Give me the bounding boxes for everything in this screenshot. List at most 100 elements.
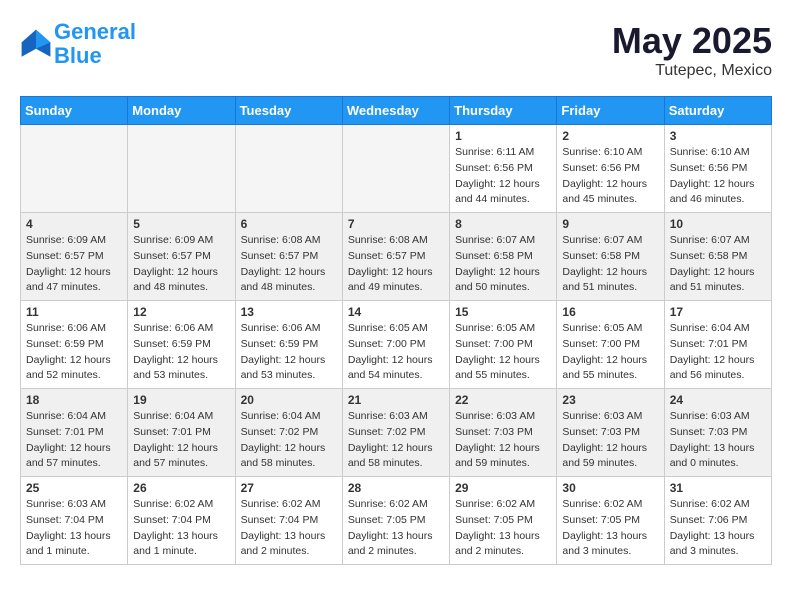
- calendar-cell: [21, 125, 128, 213]
- calendar-cell: 12Sunrise: 6:06 AM Sunset: 6:59 PM Dayli…: [128, 301, 235, 389]
- calendar-cell: 6Sunrise: 6:08 AM Sunset: 6:57 PM Daylig…: [235, 213, 342, 301]
- calendar-cell: 5 Sunrise: 6:09 AM Sunset: 6:57 PM Daylig…: [128, 213, 235, 301]
- calendar-cell: 29 Sunrise: 6:02 AM Sunset: 7:05 PM Dayli…: [450, 477, 557, 565]
- weekday-header-monday: Monday: [128, 97, 235, 125]
- calendar-cell: 3 Sunrise: 6:10 AM Sunset: 6:56 PM Daylig…: [664, 125, 771, 213]
- weekday-header-sunday: Sunday: [21, 97, 128, 125]
- day-info: Sunrise: 6:04 AM Sunset: 7:02 PM Dayligh…: [241, 409, 337, 472]
- calendar-cell: 28 Sunrise: 6:02 AM Sunset: 7:05 PM Dayli…: [342, 477, 449, 565]
- calendar-cell: 7Sunrise: 6:08 AM Sunset: 6:57 PM Daylig…: [342, 213, 449, 301]
- day-info: Sunrise: 6:09 AM Sunset: 6:57 PM Dayligh…: [26, 233, 122, 296]
- logo: General Blue: [20, 20, 136, 68]
- calendar-cell: 17Sunrise: 6:04 AM Sunset: 7:01 PM Dayli…: [664, 301, 771, 389]
- weekday-header-tuesday: Tuesday: [235, 97, 342, 125]
- day-info: Sunrise: 6:03 AM Sunset: 7:02 PM Dayligh…: [348, 409, 444, 472]
- day-number: 30: [562, 481, 658, 495]
- day-info: Sunrise: 6:11 AM Sunset: 6:56 PM Dayligh…: [455, 145, 551, 208]
- day-number: 6: [241, 217, 337, 231]
- calendar-cell: 31 Sunrise: 6:02 AM Sunset: 7:06 PM Dayli…: [664, 477, 771, 565]
- day-number: 14: [348, 305, 444, 319]
- weekday-header-friday: Friday: [557, 97, 664, 125]
- day-info: Sunrise: 6:06 AM Sunset: 6:59 PM Dayligh…: [133, 321, 229, 384]
- calendar-table: SundayMondayTuesdayWednesdayThursdayFrid…: [20, 96, 772, 565]
- day-number: 3: [670, 129, 766, 143]
- day-info: Sunrise: 6:02 AM Sunset: 7:06 PM Dayligh…: [670, 497, 766, 560]
- day-info: Sunrise: 6:04 AM Sunset: 7:01 PM Dayligh…: [670, 321, 766, 384]
- day-info: Sunrise: 6:05 AM Sunset: 7:00 PM Dayligh…: [455, 321, 551, 384]
- calendar-cell: 26 Sunrise: 6:02 AM Sunset: 7:04 PM Dayli…: [128, 477, 235, 565]
- day-info: Sunrise: 6:02 AM Sunset: 7:04 PM Dayligh…: [241, 497, 337, 560]
- calendar-cell: 1Sunrise: 6:11 AM Sunset: 6:56 PM Daylig…: [450, 125, 557, 213]
- day-info: Sunrise: 6:03 AM Sunset: 7:03 PM Dayligh…: [455, 409, 551, 472]
- calendar-cell: 27Sunrise: 6:02 AM Sunset: 7:04 PM Dayli…: [235, 477, 342, 565]
- day-number: 22: [455, 393, 551, 407]
- calendar-cell: 24Sunrise: 6:03 AM Sunset: 7:03 PM Dayli…: [664, 389, 771, 477]
- day-number: 21: [348, 393, 444, 407]
- month-title: May 2025: [612, 20, 772, 62]
- title-block: May 2025 Tutepec, Mexico: [612, 20, 772, 80]
- calendar-cell: 21 Sunrise: 6:03 AM Sunset: 7:02 PM Dayli…: [342, 389, 449, 477]
- calendar-cell: 19 Sunrise: 6:04 AM Sunset: 7:01 PM Dayli…: [128, 389, 235, 477]
- logo-line2: Blue: [54, 43, 102, 68]
- logo-icon: [20, 28, 52, 60]
- day-number: 20: [241, 393, 337, 407]
- week-row-2: 4 Sunrise: 6:09 AM Sunset: 6:57 PM Daylig…: [21, 213, 772, 301]
- weekday-header-thursday: Thursday: [450, 97, 557, 125]
- logo-line1: General: [54, 19, 136, 44]
- day-number: 16: [562, 305, 658, 319]
- calendar-cell: 4 Sunrise: 6:09 AM Sunset: 6:57 PM Daylig…: [21, 213, 128, 301]
- day-number: 28: [348, 481, 444, 495]
- day-number: 4: [26, 217, 122, 231]
- week-row-3: 11Sunrise: 6:06 AM Sunset: 6:59 PM Dayli…: [21, 301, 772, 389]
- day-number: 29: [455, 481, 551, 495]
- day-info: Sunrise: 6:10 AM Sunset: 6:56 PM Dayligh…: [562, 145, 658, 208]
- day-info: Sunrise: 6:04 AM Sunset: 7:01 PM Dayligh…: [133, 409, 229, 472]
- day-number: 13: [241, 305, 337, 319]
- day-info: Sunrise: 6:02 AM Sunset: 7:05 PM Dayligh…: [455, 497, 551, 560]
- day-info: Sunrise: 6:05 AM Sunset: 7:00 PM Dayligh…: [348, 321, 444, 384]
- day-info: Sunrise: 6:07 AM Sunset: 6:58 PM Dayligh…: [455, 233, 551, 296]
- location: Tutepec, Mexico: [612, 62, 772, 80]
- calendar-cell: [128, 125, 235, 213]
- calendar-cell: 9 Sunrise: 6:07 AM Sunset: 6:58 PM Daylig…: [557, 213, 664, 301]
- day-info: Sunrise: 6:06 AM Sunset: 6:59 PM Dayligh…: [241, 321, 337, 384]
- page-header: General Blue May 2025 Tutepec, Mexico: [20, 20, 772, 80]
- day-number: 15: [455, 305, 551, 319]
- calendar-cell: 15 Sunrise: 6:05 AM Sunset: 7:00 PM Dayli…: [450, 301, 557, 389]
- day-number: 24: [670, 393, 766, 407]
- calendar-cell: 14 Sunrise: 6:05 AM Sunset: 7:00 PM Dayli…: [342, 301, 449, 389]
- day-info: Sunrise: 6:05 AM Sunset: 7:00 PM Dayligh…: [562, 321, 658, 384]
- day-number: 18: [26, 393, 122, 407]
- week-row-5: 25Sunrise: 6:03 AM Sunset: 7:04 PM Dayli…: [21, 477, 772, 565]
- calendar-cell: 10 Sunrise: 6:07 AM Sunset: 6:58 PM Dayli…: [664, 213, 771, 301]
- calendar-cell: 20 Sunrise: 6:04 AM Sunset: 7:02 PM Dayli…: [235, 389, 342, 477]
- calendar-cell: 16 Sunrise: 6:05 AM Sunset: 7:00 PM Dayli…: [557, 301, 664, 389]
- calendar-cell: 25Sunrise: 6:03 AM Sunset: 7:04 PM Dayli…: [21, 477, 128, 565]
- calendar-cell: 23Sunrise: 6:03 AM Sunset: 7:03 PM Dayli…: [557, 389, 664, 477]
- day-number: 10: [670, 217, 766, 231]
- day-number: 8: [455, 217, 551, 231]
- day-info: Sunrise: 6:02 AM Sunset: 7:05 PM Dayligh…: [562, 497, 658, 560]
- day-info: Sunrise: 6:02 AM Sunset: 7:04 PM Dayligh…: [133, 497, 229, 560]
- calendar-cell: 13 Sunrise: 6:06 AM Sunset: 6:59 PM Dayli…: [235, 301, 342, 389]
- week-row-1: 1Sunrise: 6:11 AM Sunset: 6:56 PM Daylig…: [21, 125, 772, 213]
- day-number: 23: [562, 393, 658, 407]
- day-number: 5: [133, 217, 229, 231]
- day-info: Sunrise: 6:04 AM Sunset: 7:01 PM Dayligh…: [26, 409, 122, 472]
- day-info: Sunrise: 6:09 AM Sunset: 6:57 PM Dayligh…: [133, 233, 229, 296]
- calendar-cell: 2 Sunrise: 6:10 AM Sunset: 6:56 PM Daylig…: [557, 125, 664, 213]
- day-info: Sunrise: 6:02 AM Sunset: 7:05 PM Dayligh…: [348, 497, 444, 560]
- day-number: 19: [133, 393, 229, 407]
- day-number: 9: [562, 217, 658, 231]
- day-info: Sunrise: 6:06 AM Sunset: 6:59 PM Dayligh…: [26, 321, 122, 384]
- day-info: Sunrise: 6:07 AM Sunset: 6:58 PM Dayligh…: [670, 233, 766, 296]
- day-info: Sunrise: 6:03 AM Sunset: 7:04 PM Dayligh…: [26, 497, 122, 560]
- calendar-cell: 8 Sunrise: 6:07 AM Sunset: 6:58 PM Daylig…: [450, 213, 557, 301]
- day-number: 2: [562, 129, 658, 143]
- day-number: 31: [670, 481, 766, 495]
- day-info: Sunrise: 6:08 AM Sunset: 6:57 PM Dayligh…: [348, 233, 444, 296]
- day-info: Sunrise: 6:10 AM Sunset: 6:56 PM Dayligh…: [670, 145, 766, 208]
- day-info: Sunrise: 6:07 AM Sunset: 6:58 PM Dayligh…: [562, 233, 658, 296]
- weekday-header-row: SundayMondayTuesdayWednesdayThursdayFrid…: [21, 97, 772, 125]
- day-number: 26: [133, 481, 229, 495]
